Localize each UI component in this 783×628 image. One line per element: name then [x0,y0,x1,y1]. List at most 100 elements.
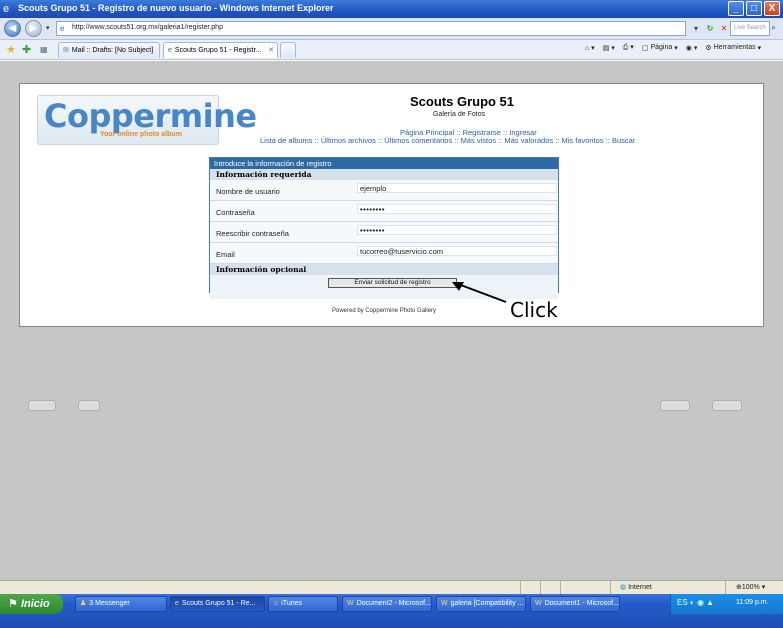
task-document1[interactable]: W Document1 - Microsof... [530,596,620,612]
home-icon[interactable]: ⌂ ▾ [585,43,595,52]
url-dropdown-icon[interactable]: ▾ [690,21,702,36]
task-galeria[interactable]: Wgaleria [Compatibility ... [436,596,526,612]
feeds-icon[interactable]: ▤ ▾ [603,43,615,52]
task-galeria-label: galeria [Compatibility ... [450,600,524,607]
globe-icon: ◍ [620,584,627,591]
form-row-password-confirm: Reescribir contraseña •••••••• [210,222,558,243]
nav-link-favorites[interactable]: Mis favoritos [562,136,604,145]
form-row-email: Email tucorreo@tuservicio.com [210,243,558,264]
search-icon[interactable]: ⌕ [771,22,776,33]
tray-icons[interactable]: ES ◐ ◉ ▲ [677,598,714,607]
word-icon: W [441,600,448,607]
form-header: Introduce la información de registro [210,158,558,169]
nav-link-most-viewed[interactable]: Más vistos [461,136,496,145]
print-icon[interactable]: ⎙ ▾ [623,43,634,52]
email-label: Email [216,250,235,259]
tab-mail[interactable]: ✉ Mail :: Drafts: [No Subject] [58,42,160,58]
badge-left-2[interactable] [78,400,100,411]
status-bar: ◍ Internet ⊕100% ▾ [0,580,783,594]
close-button[interactable]: X [764,1,780,16]
registration-form: Introduce la información de registro Inf… [209,157,559,299]
maximize-button[interactable]: □ [746,1,762,16]
nav-link-last-comments[interactable]: Últimos comentarios [384,136,452,145]
username-input[interactable]: ejemplo [357,183,557,193]
zone-label: Internet [628,584,652,591]
refresh-icon[interactable]: ↻ [704,21,716,36]
page-tab-icon: e [168,47,172,54]
nav-link-last-uploads[interactable]: Últimos archivos [321,136,376,145]
word-icon: W [347,600,354,607]
sub-nav: Lista de albums :: Últimos archivos :: Ú… [260,136,635,145]
favorites-star-icon[interactable]: ★ [6,43,16,56]
clock: 11:09 p.m. [736,599,769,606]
forward-button[interactable]: ▶ [25,20,42,37]
tab-bar: ★ ✚ ▦ ✉ Mail :: Drafts: [No Subject] e Sco… [0,40,783,60]
page-menu-label: Página [650,44,673,51]
page-menu[interactable]: ▢ Página ▾ [642,43,678,52]
search-input[interactable]: Live Search [730,21,770,36]
annotation-arrow [452,282,507,303]
tab-scouts[interactable]: e Scouts Grupo 51 - Registr... ✕ [163,42,278,58]
nav-separator: :: [605,136,610,145]
window-title-bar[interactable]: e Scouts Grupo 51 - Registro de nuevo us… [0,0,783,18]
task-document2[interactable]: W Document2 - Microsof... [342,596,432,612]
add-favorite-icon[interactable]: ✚ [22,43,31,56]
submit-registration-button[interactable]: Enviar solicitud de registro [328,278,457,288]
nav-separator: :: [314,136,319,145]
site-subtitle: Galería de Fotos [433,111,486,118]
search-placeholder: Live Search [734,25,766,31]
new-tab-button[interactable] [280,42,296,58]
password-label: Contraseña [216,208,255,217]
badge-right-2[interactable] [712,400,742,411]
password-input[interactable]: •••••••• [357,204,557,214]
recent-pages-dropdown-icon[interactable]: ▾ [46,24,50,32]
url-input[interactable]: e http://www.scouts51.org.mx/galeria1/re… [56,21,686,36]
nav-separator: :: [555,136,560,145]
start-label: Inicio [20,598,50,610]
coppermine-logo[interactable]: Coppermine Your online photo album [37,95,257,145]
stop-icon[interactable]: ✕ [718,21,730,36]
task-messenger-label: 3 Messenger [89,600,130,607]
safety-icon[interactable]: ◉ ▾ [686,43,698,52]
start-button[interactable]: ⚑ Inicio [0,594,63,614]
task-document2-label: Document2 - Microsof... [356,600,431,607]
email-input[interactable]: tucorreo@tuservicio.com [357,246,557,256]
site-title: Scouts Grupo 51 [410,94,515,109]
required-section-heading: Información requerida [210,169,558,180]
nav-link-album-list[interactable]: Lista de albums [260,136,313,145]
nav-separator: :: [454,136,459,145]
task-ie-scouts[interactable]: e Scouts Grupo 51 - Re... [170,596,265,612]
powered-by-text: Powered by Coppermine Photo Gallery [332,308,437,314]
ie-task-icon: e [175,600,179,607]
task-document1-label: Document1 - Microsof... [544,600,619,607]
page-content: Coppermine Your online photo album Scout… [19,83,764,327]
annotation-click-label: Click [510,298,558,322]
task-messenger[interactable]: ♟ 3 Messenger [75,596,167,612]
username-label: Nombre de usuario [216,187,280,196]
tab-scouts-label: Scouts Grupo 51 - Registr... [174,47,262,54]
badge-left-1[interactable] [28,400,56,411]
quick-tabs-icon[interactable]: ▦ [40,45,48,54]
system-tray: ES ◐ ◉ ▲ 11:09 p.m. [670,594,783,614]
messenger-icon: ♟ [80,600,87,607]
nav-link-search[interactable]: Buscar [612,136,635,145]
security-zone: ◍ Internet [620,583,652,591]
tools-menu[interactable]: ⚙ Herramientas ▾ [705,43,761,52]
zoom-control[interactable]: ⊕100% ▾ [736,583,765,591]
window-title: Scouts Grupo 51 - Registro de nuevo usua… [18,3,334,13]
minimize-button[interactable]: _ [728,1,744,16]
badge-right-1[interactable] [660,400,690,411]
tab-mail-label: Mail :: Drafts: [No Subject] [71,47,154,54]
task-itunes[interactable]: ♫ iTunes [268,596,338,612]
nav-link-top-rated[interactable]: Más valorados [504,136,553,145]
password-confirm-label: Reescribir contraseña [216,229,289,238]
word-icon: W [535,600,542,607]
itunes-icon: ♫ [273,600,279,607]
password-confirm-input[interactable]: •••••••• [357,225,557,235]
task-itunes-label: iTunes [281,600,303,607]
windows-flag-icon: ⚑ [8,598,18,610]
url-text: http://www.scouts51.org.mx/galeria1/regi… [72,24,223,31]
back-button[interactable]: ◀ [4,20,21,37]
task-ie-label: Scouts Grupo 51 - Re... [181,600,256,607]
close-tab-icon[interactable]: ✕ [268,43,274,58]
